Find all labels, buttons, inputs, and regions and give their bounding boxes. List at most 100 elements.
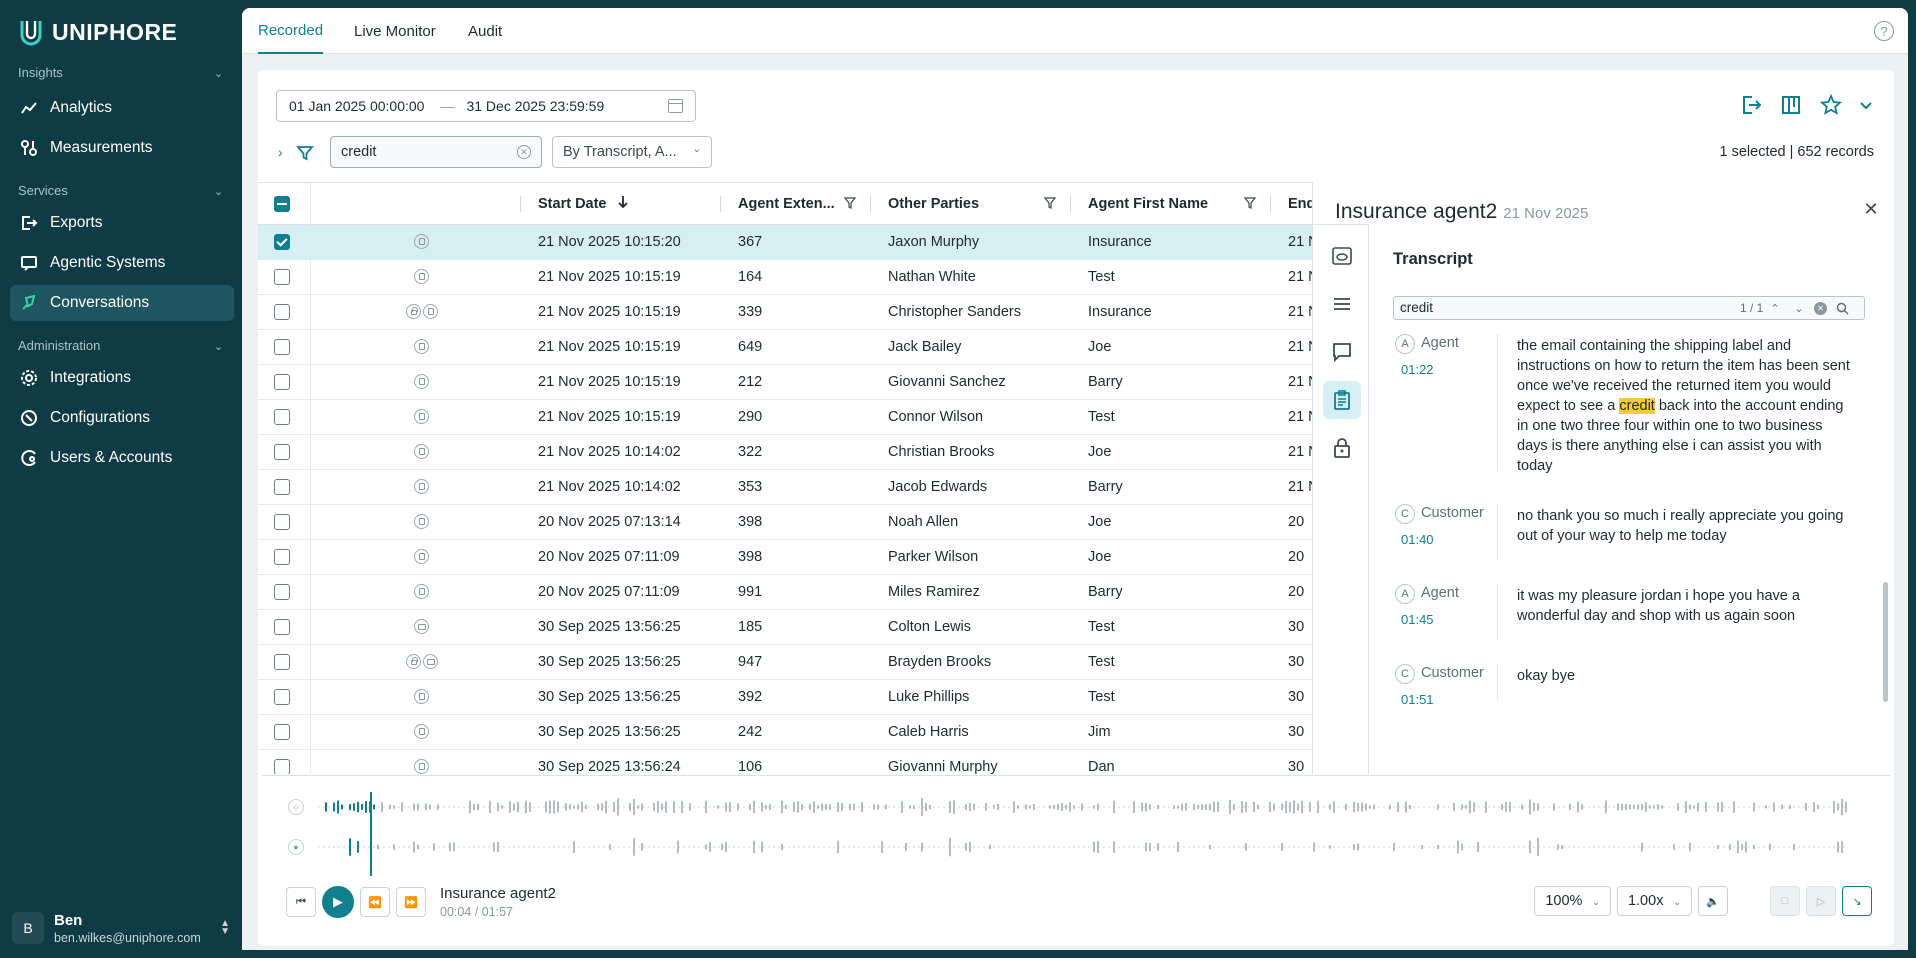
utterance-timestamp[interactable]: 01:51 bbox=[1401, 692, 1434, 707]
table-row[interactable]: 20 Nov 2025 07:13:14 398 Noah Allen Joe 20 bbox=[258, 505, 1312, 540]
row-checkbox[interactable] bbox=[274, 584, 290, 600]
table-row[interactable]: 21 Nov 2025 10:15:19 164 Nathan White Test 2… bbox=[258, 260, 1312, 295]
search-scope-dropdown[interactable]: By Transcript, A... ⌄ bbox=[552, 136, 712, 168]
date-range-picker[interactable]: 01 Jan 2025 00:00:00 — 31 Dec 2025 23:59… bbox=[276, 90, 696, 122]
collapse-player-icon[interactable]: ↘ bbox=[1842, 886, 1872, 916]
tab-live-monitor[interactable]: Live Monitor bbox=[354, 8, 436, 54]
video-icon[interactable]: ▷ bbox=[1806, 886, 1836, 916]
customer-waveform[interactable] bbox=[318, 832, 1848, 862]
row-checkbox[interactable] bbox=[274, 759, 290, 774]
preview-icon[interactable] bbox=[1323, 237, 1361, 275]
row-checkbox[interactable] bbox=[274, 444, 290, 460]
expand-filters-chevron-icon[interactable]: › bbox=[278, 144, 283, 160]
table-row[interactable]: 21 Nov 2025 10:15:19 339 Christopher Sande… bbox=[258, 295, 1312, 330]
column-header-agent-first-name[interactable]: Agent First Name bbox=[1088, 183, 1208, 225]
lock-icon[interactable] bbox=[1323, 429, 1361, 467]
close-icon[interactable]: ✕ bbox=[1862, 200, 1880, 218]
search-icon[interactable] bbox=[1833, 299, 1851, 317]
nav-item-agentic-systems[interactable]: Agentic Systems bbox=[10, 245, 234, 281]
utterance-timestamp[interactable]: 01:40 bbox=[1401, 532, 1434, 547]
utterance-timestamp[interactable]: 01:22 bbox=[1401, 362, 1434, 377]
row-checkbox[interactable] bbox=[274, 374, 290, 390]
skip-to-start-icon[interactable]: ⏮ bbox=[286, 887, 316, 917]
tab-recorded[interactable]: Recorded bbox=[258, 8, 324, 54]
nav-item-exports[interactable]: Exports bbox=[10, 205, 234, 241]
utterance-timestamp[interactable]: 01:45 bbox=[1401, 612, 1434, 627]
row-checkbox[interactable] bbox=[274, 339, 290, 355]
speed-dropdown[interactable]: 1.00x ⌄ bbox=[1616, 886, 1692, 916]
row-checkbox[interactable] bbox=[274, 479, 290, 495]
chevron-up-icon[interactable]: ⌃ bbox=[1766, 299, 1784, 317]
tab-audit[interactable]: Audit bbox=[468, 8, 502, 54]
nav-item-conversations[interactable]: Conversations bbox=[10, 285, 234, 321]
row-checkbox[interactable] bbox=[274, 619, 290, 635]
clear-search-icon[interactable]: ✕ bbox=[1814, 301, 1827, 315]
transcript-utterance[interactable]: C Customer 01:51 okay bye bbox=[1393, 664, 1863, 707]
transcript-utterance[interactable]: A Agent 01:45 it was my pleasure jordan i h… bbox=[1393, 584, 1863, 644]
table-row[interactable]: 21 Nov 2025 10:15:19 212 Giovanni Sanchez B… bbox=[258, 365, 1312, 400]
calendar-icon[interactable] bbox=[668, 99, 683, 113]
transcript-search-input[interactable]: credit 1 / 1 ⌃ ⌄ ✕ bbox=[1393, 296, 1865, 320]
comment-icon[interactable]: □ bbox=[1770, 886, 1800, 916]
agent-waveform-track[interactable]: ○ bbox=[288, 792, 1878, 822]
volume-icon[interactable]: 🔈 bbox=[1698, 886, 1728, 916]
nav-item-integrations[interactable]: Integrations bbox=[10, 360, 234, 396]
export-icon[interactable] bbox=[1738, 92, 1764, 118]
chevron-down-icon[interactable]: ⌄ bbox=[1790, 299, 1808, 317]
row-checkbox[interactable] bbox=[274, 724, 290, 740]
user-profile[interactable]: B Ben ben.wilkes@uniphore.com ▲ ▼ bbox=[12, 906, 234, 950]
list-icon[interactable] bbox=[1323, 285, 1361, 323]
help-icon[interactable]: ? bbox=[1874, 21, 1894, 41]
table-row[interactable]: 21 Nov 2025 10:15:20 367 Jaxon Murphy Insur… bbox=[258, 225, 1312, 260]
row-checkbox[interactable] bbox=[274, 654, 290, 670]
row-checkbox[interactable] bbox=[274, 549, 290, 565]
nav-section-insights[interactable]: Insights ⌄ bbox=[0, 60, 242, 84]
table-row[interactable]: 21 Nov 2025 10:14:02 353 Jacob Edwards Barr… bbox=[258, 470, 1312, 505]
column-filter-icon[interactable] bbox=[844, 197, 856, 209]
nav-item-configurations[interactable]: Configurations bbox=[10, 400, 234, 436]
clear-search-icon[interactable]: ✕ bbox=[517, 145, 531, 159]
transcript-utterance[interactable]: A Agent 01:22 the email containing the ship… bbox=[1393, 334, 1863, 474]
nav-section-services[interactable]: Services ⌄ bbox=[0, 178, 242, 202]
table-row[interactable]: 30 Sep 2025 13:56:24 106 Giovanni Murphy Da… bbox=[258, 750, 1312, 774]
customer-waveform-track[interactable]: ● bbox=[288, 832, 1878, 862]
nav-section-administration[interactable]: Administration ⌄ bbox=[0, 333, 242, 357]
row-checkbox[interactable] bbox=[274, 269, 290, 285]
nav-item-measurements[interactable]: Measurements bbox=[10, 130, 234, 166]
filter-icon[interactable] bbox=[296, 144, 314, 162]
nav-item-analytics[interactable]: Analytics bbox=[10, 90, 234, 126]
fast-forward-icon[interactable]: ⏩ bbox=[396, 887, 426, 917]
comment-icon[interactable] bbox=[1323, 333, 1361, 371]
transcript-icon[interactable] bbox=[1323, 381, 1361, 419]
transcript-utterance[interactable]: C Customer 01:40 no thank you so much i rea… bbox=[1393, 504, 1863, 564]
scrollbar[interactable] bbox=[1883, 582, 1888, 702]
table-row[interactable]: 30 Sep 2025 13:56:25 392 Luke Phillips Test… bbox=[258, 680, 1312, 715]
select-all-checkbox[interactable] bbox=[274, 196, 290, 212]
expand-collapse-icon[interactable]: ▲ ▼ bbox=[220, 919, 230, 937]
table-row[interactable]: 30 Sep 2025 13:56:25 947 Brayden Brooks Tes… bbox=[258, 645, 1312, 680]
column-filter-icon[interactable] bbox=[1244, 197, 1256, 209]
row-checkbox[interactable] bbox=[274, 304, 290, 320]
table-row[interactable]: 20 Nov 2025 07:11:09 398 Parker Wilson Joe 2… bbox=[258, 540, 1312, 575]
rewind-icon[interactable]: ⏪ bbox=[360, 887, 390, 917]
nav-item-users-accounts[interactable]: Users & Accounts bbox=[10, 440, 234, 476]
row-checkbox[interactable] bbox=[274, 514, 290, 530]
row-checkbox[interactable] bbox=[274, 689, 290, 705]
table-row[interactable]: 21 Nov 2025 10:14:02 322 Christian Brooks J… bbox=[258, 435, 1312, 470]
sort-descending-icon[interactable] bbox=[617, 195, 629, 213]
agent-waveform[interactable] bbox=[318, 792, 1848, 822]
uniphore-logo[interactable]: UNIPHORE bbox=[16, 14, 177, 50]
column-header-agent-extension[interactable]: Agent Exten... bbox=[738, 183, 835, 225]
columns-icon[interactable] bbox=[1778, 92, 1804, 118]
column-header-start-date[interactable]: Start Date bbox=[538, 183, 629, 225]
table-row[interactable]: 21 Nov 2025 10:15:19 649 Jack Bailey Joe 21 … bbox=[258, 330, 1312, 365]
play-button[interactable]: ▶ bbox=[322, 886, 354, 918]
table-row[interactable]: 30 Sep 2025 13:56:25 185 Colton Lewis Test 3… bbox=[258, 610, 1312, 645]
table-row[interactable]: 21 Nov 2025 10:15:19 290 Connor Wilson Test… bbox=[258, 400, 1312, 435]
column-header-other-parties[interactable]: Other Parties bbox=[888, 183, 979, 225]
column-header-end[interactable]: End bbox=[1288, 183, 1312, 225]
search-input[interactable]: credit ✕ bbox=[330, 136, 542, 168]
table-row[interactable]: 20 Nov 2025 07:11:09 991 Miles Ramirez Barr… bbox=[258, 575, 1312, 610]
chevron-down-icon[interactable] bbox=[1858, 92, 1874, 118]
row-checkbox[interactable] bbox=[274, 409, 290, 425]
